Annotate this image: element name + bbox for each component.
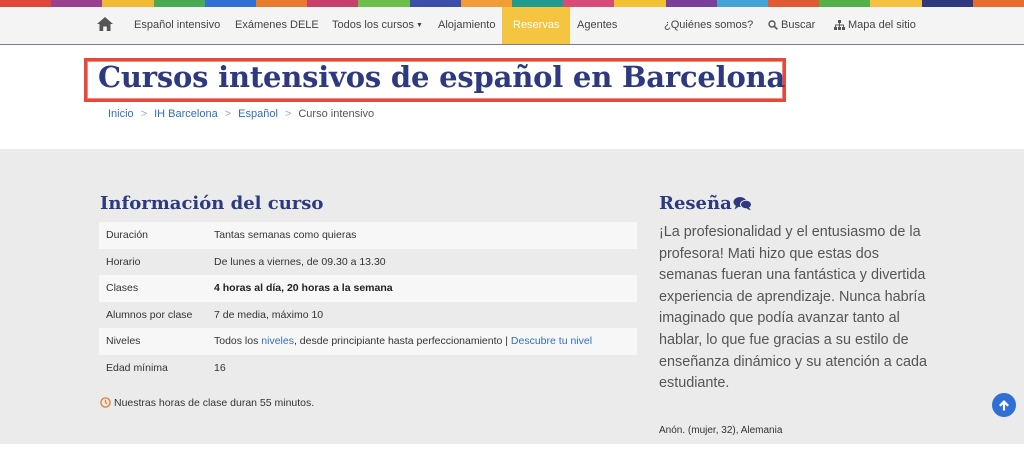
home-icon[interactable] (97, 17, 113, 31)
color-strip-segment (307, 0, 359, 7)
breadcrumb: Inicio > IH Barcelona > Español > Curso intens… (108, 108, 374, 120)
review-heading: Reseña (659, 193, 752, 214)
color-strip-segment (614, 0, 666, 7)
table-row: Edad mínima 16 (99, 354, 637, 381)
row-label: Duración (99, 222, 214, 249)
nav-examenes-dele[interactable]: Exámenes DELE (235, 7, 319, 44)
page-bottom (0, 444, 1024, 458)
nav-buscar-label: Buscar (781, 19, 816, 31)
row-value: 16 (214, 354, 637, 381)
nav-mapa-del-sitio[interactable]: Mapa del sitio (834, 7, 916, 44)
color-strip-segment (563, 0, 615, 7)
row-value: Tantas semanas como quieras (214, 222, 637, 249)
row-value: 7 de media, máximo 10 (214, 301, 637, 328)
note-text: Nuestras horas de clase duran 55 minutos… (114, 397, 315, 409)
color-strip-segment (819, 0, 871, 7)
color-strip-segment (256, 0, 308, 7)
breadcrumb-separator: > (284, 108, 292, 120)
color-strip-segment (102, 0, 154, 7)
nav-alojamiento[interactable]: Alojamiento (438, 7, 495, 44)
table-row: Clases 4 horas al día, 20 horas a la sem… (99, 275, 637, 302)
color-strip-segment (716, 0, 769, 7)
nav-agentes[interactable]: Agentes (577, 7, 617, 44)
color-strip-segment (512, 0, 564, 7)
nav-espanol-intensivo[interactable]: Español intensivo (134, 7, 220, 44)
row-value: Todos los niveles, desde principiante ha… (214, 328, 637, 355)
row-value: De lunes a viernes, de 09.30 a 13.30 (214, 248, 637, 275)
breadcrumb-current: Curso intensivo (298, 108, 375, 120)
speech-bubbles-icon (733, 197, 752, 211)
main-navbar: Español intensivo Exámenes DELE Todos lo… (0, 7, 1024, 45)
color-strip-segment (921, 0, 973, 7)
row-label: Niveles (99, 328, 214, 355)
row-label: Edad mínima (99, 354, 214, 381)
table-row: Alumnos por clase 7 de media, máximo 10 (99, 301, 637, 328)
chevron-down-icon: ▼ (415, 22, 423, 29)
color-strip-segment (409, 0, 461, 7)
row-value: 4 horas al día, 20 horas a la semana (214, 275, 637, 302)
color-strip-segment (51, 0, 103, 7)
row-label: Alumnos por clase (99, 301, 214, 328)
color-strip-segment (204, 0, 257, 7)
table-row: Horario De lunes a viernes, de 09.30 a 1… (99, 248, 637, 275)
clock-icon (100, 397, 111, 408)
scroll-to-top-button[interactable] (992, 393, 1016, 417)
breadcrumb-separator: > (140, 108, 148, 120)
color-strip-segment (153, 0, 205, 7)
breadcrumb-ih-barcelona[interactable]: IH Barcelona (154, 108, 218, 120)
table-row: Duración Tantas semanas como quieras (99, 222, 637, 249)
page-title: Cursos intensivos de español en Barcelon… (98, 60, 786, 94)
niveles-link[interactable]: niveles (261, 335, 294, 347)
niveles-prefix: Todos los (214, 335, 262, 348)
sitemap-icon (834, 20, 845, 30)
descubre-nivel-link[interactable]: Descubre tu nivel (511, 335, 592, 347)
row-value-bold: 4 horas al día, 20 horas a la semana (214, 282, 393, 295)
color-strip-segment (665, 0, 717, 7)
color-strip-segment (0, 0, 52, 7)
nav-mapa-label: Mapa del sitio (848, 19, 916, 31)
course-info-table: Duración Tantas semanas como quieras Hor… (99, 222, 637, 381)
color-strip-segment (358, 0, 410, 7)
breadcrumb-espanol[interactable]: Español (238, 108, 278, 120)
nav-todos-los-cursos[interactable]: Todos los cursos ▼ (332, 7, 423, 44)
nav-quienes-somos[interactable]: ¿Quiénes somos? (664, 7, 753, 44)
review-text: ¡La profesionalidad y el entusiasmo de l… (659, 224, 928, 392)
color-strip-segment (972, 0, 1024, 7)
review-heading-label: Reseña (659, 193, 732, 214)
course-info-heading: Información del curso (100, 193, 324, 214)
row-label: Clases (99, 275, 214, 302)
nav-todos-los-cursos-label: Todos los cursos (332, 19, 414, 31)
color-strip-segment (460, 0, 513, 7)
row-label: Horario (99, 248, 214, 275)
nav-buscar[interactable]: Buscar (768, 7, 815, 44)
class-hours-note: Nuestras horas de clase duran 55 minutos… (100, 397, 314, 409)
breadcrumb-inicio[interactable]: Inicio (108, 108, 134, 120)
color-strip-segment (768, 0, 820, 7)
nav-reservas[interactable]: Reservas (502, 7, 571, 44)
color-strip-segment (870, 0, 922, 7)
search-icon (768, 20, 778, 30)
arrow-up-icon (999, 400, 1009, 411)
table-row: Niveles Todos los niveles, desde princip… (99, 328, 637, 355)
color-strip (0, 0, 1024, 7)
breadcrumb-separator: > (224, 108, 232, 120)
review-author: Anón. (mujer, 32), Alemania (659, 425, 783, 436)
niveles-suffix: , desde principiante hasta perfeccionami… (293, 335, 511, 348)
